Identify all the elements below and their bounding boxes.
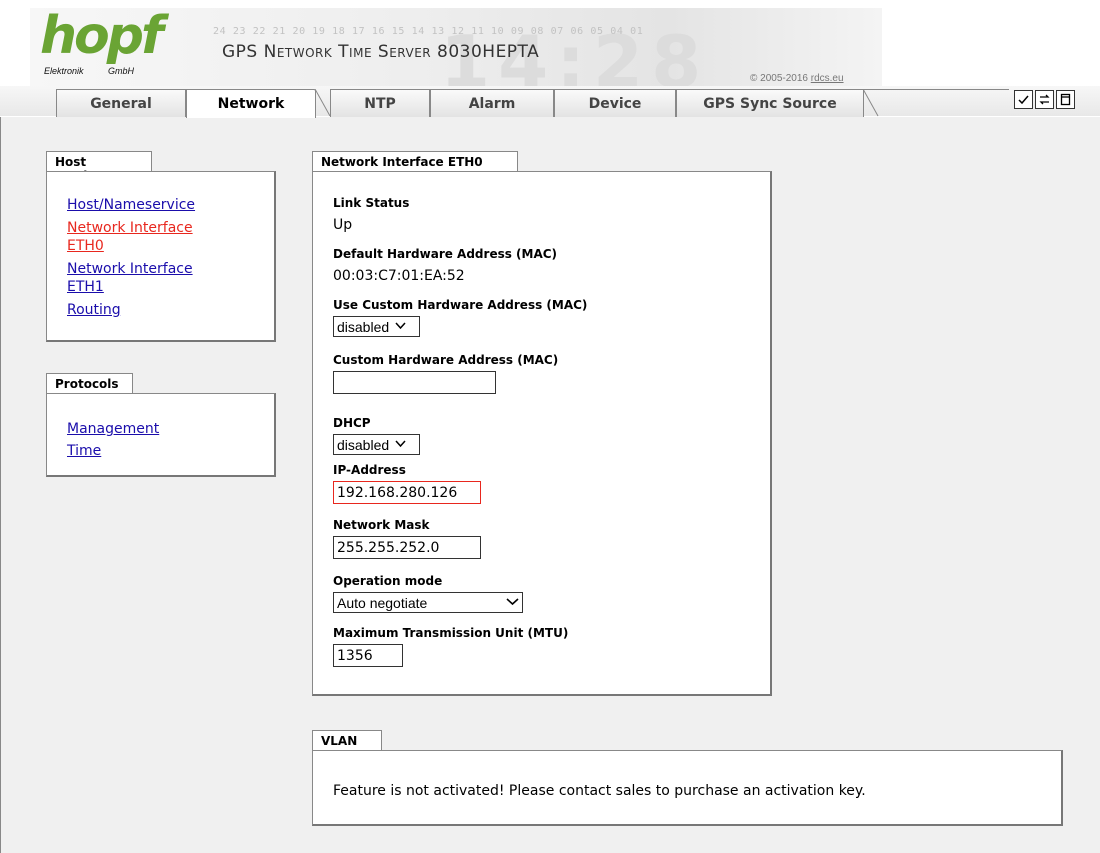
default-mac-label: Default Hardware Address (MAC) [333, 247, 558, 261]
document-icon[interactable] [1056, 90, 1075, 109]
logo-wordmark: hopf [40, 6, 164, 66]
mtu-label: Maximum Transmission Unit (MTU) [333, 626, 569, 640]
banner-digit-strip: 24 23 22 21 20 19 18 17 16 15 14 13 12 1… [213, 26, 644, 37]
host-settings-title: Host Settings [46, 151, 152, 183]
link-status-label: Link Status [333, 196, 410, 210]
use-custom-mac-select[interactable]: disabled [333, 316, 420, 337]
tab-ntp[interactable]: NTP [330, 89, 430, 117]
nav-network-interface-eth0[interactable]: Network Interface ETH0 [67, 219, 217, 255]
custom-mac-input[interactable] [333, 371, 496, 394]
logo-subtitle: Elektronik GmbH [44, 66, 135, 76]
tab-device[interactable]: Device [554, 89, 676, 117]
dhcp-label: DHCP [333, 416, 371, 430]
nav-host-nameservice[interactable]: Host/Nameservice [67, 196, 274, 214]
eth0-box: Link Status Up Default Hardware Address … [312, 171, 772, 696]
checkmark-icon[interactable] [1014, 90, 1033, 109]
protocols-title: Protocols [46, 373, 133, 394]
tab-network-slant [315, 89, 331, 117]
ip-address-field: IP-Address 192.168.280.126 [333, 463, 481, 504]
nav-routing[interactable]: Routing [67, 301, 274, 319]
tab-bar-filler [864, 89, 1009, 117]
banner: 14:28 24 23 22 21 20 19 18 17 16 15 14 1… [30, 6, 882, 98]
copyright-link[interactable]: rdcs.eu [811, 73, 844, 84]
use-custom-mac-label: Use Custom Hardware Address (MAC) [333, 298, 588, 312]
swap-arrows-icon[interactable] [1035, 90, 1054, 109]
network-mask-label: Network Mask [333, 518, 430, 532]
product-title: GPS Network Time Server 8030HEPTA [222, 42, 540, 62]
ip-address-input[interactable]: 192.168.280.126 [333, 481, 481, 504]
default-mac-field: Default Hardware Address (MAC) 00:03:C7:… [333, 247, 557, 284]
link-status-value: Up [333, 217, 353, 233]
tab-gps-slant [863, 89, 879, 117]
mtu-input[interactable]: 1356 [333, 644, 403, 667]
tab-general[interactable]: General [56, 89, 186, 117]
protocols-panel: Protocols Management Time [46, 373, 276, 477]
dhcp-select[interactable]: disabled [333, 434, 420, 455]
eth0-panel: Network Interface ETH0 Link Status Up De… [312, 151, 772, 696]
host-settings-panel: Host Settings Host/Nameservice Network I… [46, 151, 276, 342]
chevron-down-icon [395, 439, 406, 451]
toolbar [1014, 90, 1075, 109]
use-custom-mac-field: Use Custom Hardware Address (MAC) disabl… [333, 298, 587, 337]
content-area: Host Settings Host/Nameservice Network I… [0, 117, 1100, 853]
tab-bar: General Network NTP Alarm Device GPS Syn… [0, 86, 1100, 118]
default-mac-value: 00:03:C7:01:EA:52 [333, 268, 465, 284]
host-settings-box: Host/Nameservice Network Interface ETH0 … [46, 171, 276, 342]
copyright: © 2005-2016 rdcs.eu [750, 73, 844, 84]
operation-mode-selected: Auto negotiate [337, 594, 428, 611]
vlan-panel: VLAN Feature is not activated! Please co… [312, 730, 1063, 826]
operation-mode-select[interactable]: Auto negotiate [333, 592, 523, 613]
custom-mac-field: Custom Hardware Address (MAC) [333, 353, 558, 394]
vlan-title: VLAN [312, 730, 382, 751]
operation-mode-label: Operation mode [333, 574, 443, 588]
eth0-title: Network Interface ETH0 [312, 151, 518, 172]
network-mask-input[interactable]: 255.255.252.0 [333, 536, 481, 559]
tab-network[interactable]: Network [186, 89, 316, 118]
dhcp-field: DHCP disabled [333, 416, 420, 455]
page-header: 14:28 24 23 22 21 20 19 18 17 16 15 14 1… [0, 0, 1100, 118]
chevron-down-icon [506, 597, 519, 609]
operation-mode-field: Operation mode Auto negotiate [333, 574, 523, 613]
ip-address-label: IP-Address [333, 463, 406, 477]
vlan-message: Feature is not activated! Please contact… [333, 783, 866, 799]
dhcp-selected: disabled [337, 436, 390, 453]
link-status-field: Link Status Up [333, 196, 409, 233]
nav-management[interactable]: Management [67, 420, 274, 438]
tab-gps-sync-source[interactable]: GPS Sync Source [676, 89, 864, 117]
tab-alarm[interactable]: Alarm [430, 89, 554, 117]
vlan-box: Feature is not activated! Please contact… [312, 750, 1063, 826]
chevron-down-icon [395, 321, 406, 333]
nav-time[interactable]: Time [67, 442, 274, 460]
protocols-box: Management Time [46, 393, 276, 477]
nav-network-interface-eth1[interactable]: Network Interface ETH1 [67, 260, 217, 296]
use-custom-mac-selected: disabled [337, 318, 390, 335]
mtu-field: Maximum Transmission Unit (MTU) 1356 [333, 626, 568, 667]
hopf-logo: hopf Elektronik GmbH [30, 6, 190, 86]
custom-mac-label: Custom Hardware Address (MAC) [333, 353, 559, 367]
copyright-text: © 2005-2016 [750, 73, 811, 84]
network-mask-field: Network Mask 255.255.252.0 [333, 518, 481, 559]
